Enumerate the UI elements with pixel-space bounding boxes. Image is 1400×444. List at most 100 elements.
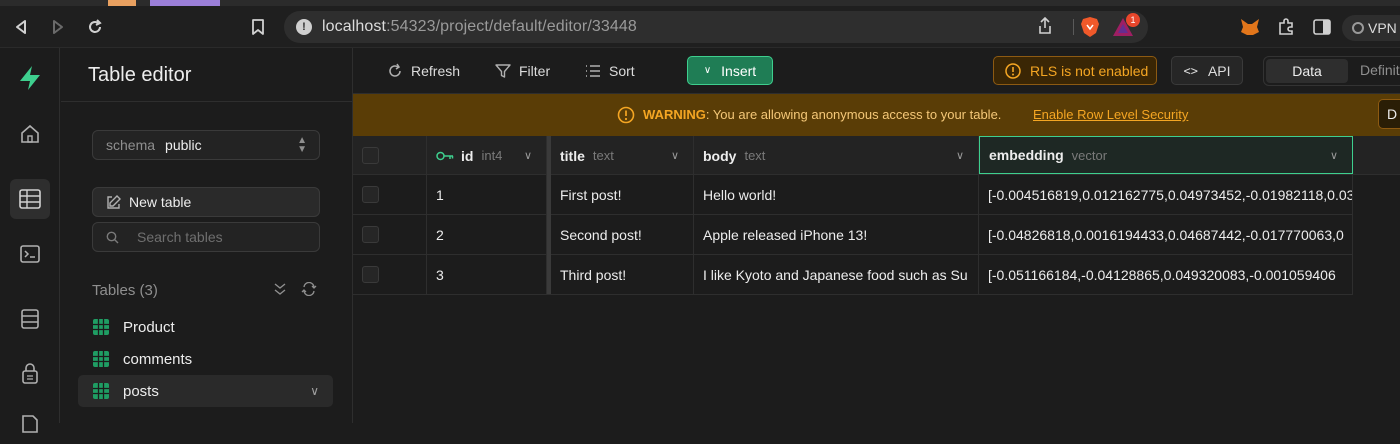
cell-title[interactable]: First post!	[551, 175, 694, 214]
table-row[interactable]: 2 Second post! Apple released iPhone 13!…	[353, 215, 1353, 255]
row-select-cell	[353, 215, 427, 254]
filter-button[interactable]: Filter	[495, 56, 550, 86]
sidebar-table-comments[interactable]: comments	[78, 343, 333, 375]
rls-status-button[interactable]: RLS is not enabled	[993, 56, 1157, 85]
column-name: body	[703, 147, 737, 164]
site-info-icon[interactable]: !	[296, 19, 312, 35]
row-select-cell	[353, 255, 427, 294]
warning-prefix: WARNING	[643, 107, 706, 122]
cell-title[interactable]: Second post!	[551, 215, 694, 254]
table-icon	[93, 319, 109, 335]
column-header-title[interactable]: title text ∨	[551, 136, 694, 175]
table-row[interactable]: 3 Third post! I like Kyoto and Japanese …	[353, 255, 1353, 295]
grid-toolbar: Refresh Filter Sort ∨ Insert RLS is not …	[353, 48, 1400, 94]
insert-button[interactable]: ∨ Insert	[687, 56, 773, 85]
sidebar-table-product[interactable]: Product	[78, 311, 333, 343]
cell-id[interactable]: 3	[427, 255, 547, 294]
app-navigation	[0, 48, 60, 433]
row-checkbox[interactable]	[362, 266, 379, 283]
sidebar-table-posts[interactable]: posts ∨	[78, 375, 333, 407]
code-icon: <>	[1183, 63, 1198, 78]
home-icon[interactable]	[10, 114, 50, 154]
chevron-down-icon: ∨	[703, 65, 712, 76]
view-data-tab[interactable]: Data	[1266, 59, 1348, 83]
search-tables-input[interactable]: Search tables	[92, 222, 320, 252]
metamask-icon[interactable]	[1237, 14, 1263, 40]
warning-circle-icon	[1005, 62, 1021, 79]
forward-icon[interactable]	[45, 14, 71, 40]
sidebar-table-label: posts	[123, 382, 159, 400]
warning-dismiss-button[interactable]: D	[1378, 99, 1400, 129]
column-name: title	[560, 147, 585, 164]
collapse-all-icon[interactable]	[273, 282, 287, 296]
column-type: text	[744, 148, 766, 163]
storage-icon[interactable]	[10, 404, 50, 444]
refresh-tables-icon[interactable]	[301, 282, 317, 296]
column-header-body[interactable]: body text ∨	[694, 136, 979, 175]
column-name: id	[461, 147, 474, 164]
chevron-down-icon[interactable]: ∨	[310, 384, 319, 398]
cell-id[interactable]: 1	[427, 175, 547, 214]
column-header-id[interactable]: id int4 ∨	[427, 136, 547, 175]
enable-rls-link[interactable]: Enable Row Level Security	[1033, 107, 1188, 122]
tables-count-header: Tables (3)	[92, 282, 158, 299]
chevron-up-down-icon: ▲ ▼	[297, 135, 307, 155]
bookmark-icon[interactable]	[245, 14, 271, 40]
warning-message: : You are allowing anonymous access to y…	[705, 107, 1002, 122]
database-icon[interactable]	[10, 299, 50, 339]
sidebar-toggle-icon[interactable]	[1309, 14, 1335, 40]
column-type: vector	[1071, 147, 1108, 163]
chevron-down-icon[interactable]: ∨	[1330, 149, 1338, 162]
api-button[interactable]: <> API	[1171, 56, 1243, 85]
column-header-embedding[interactable]: embedding vector ∨	[979, 136, 1353, 174]
sort-icon	[586, 65, 600, 77]
search-tables-placeholder: Search tables	[137, 229, 223, 245]
warning-circle-icon	[617, 106, 635, 124]
schema-select-value: public	[165, 137, 202, 153]
new-table-button[interactable]: New table	[92, 187, 320, 217]
sort-button[interactable]: Sort	[585, 56, 635, 86]
row-checkbox[interactable]	[362, 186, 379, 203]
reload-icon[interactable]	[82, 14, 108, 40]
cell-body[interactable]: I like Kyoto and Japanese food such as S…	[694, 255, 979, 294]
table-icon	[93, 383, 109, 399]
cell-id[interactable]: 2	[427, 215, 547, 254]
sort-label: Sort	[609, 63, 635, 79]
extensions-icon[interactable]	[1273, 14, 1299, 40]
row-checkbox[interactable]	[362, 226, 379, 243]
grid-header-row: id int4 ∨ title text ∨ body text ∨ embed…	[353, 136, 1400, 175]
rls-status-label: RLS is not enabled	[1030, 62, 1149, 79]
edit-icon	[107, 194, 121, 209]
address-bar[interactable]: ! localhost:54323/project/default/editor…	[284, 11, 1148, 43]
vpn-button[interactable]: VPN	[1342, 15, 1400, 41]
authentication-icon[interactable]	[10, 353, 50, 393]
sidebar-title: Table editor	[88, 64, 192, 86]
select-all-cell	[353, 136, 427, 175]
schema-select[interactable]: schema public ▲ ▼	[92, 130, 320, 160]
share-icon[interactable]	[1038, 16, 1052, 40]
cell-embedding[interactable]: [-0.051166184,-0.04128865,0.049320083,-0…	[979, 255, 1353, 294]
column-type: text	[592, 148, 614, 163]
cell-body[interactable]: Hello world!	[694, 175, 979, 214]
sql-editor-icon[interactable]	[10, 234, 50, 274]
view-definition-tab[interactable]: Definit	[1360, 62, 1400, 78]
brave-shield-icon[interactable]	[1080, 16, 1100, 38]
chevron-down-icon[interactable]: ∨	[671, 149, 679, 162]
supabase-logo-icon[interactable]	[10, 58, 50, 98]
table-editor-icon[interactable]	[10, 179, 50, 219]
chevron-down-icon[interactable]: ∨	[956, 149, 964, 162]
back-icon[interactable]	[8, 14, 34, 40]
table-row[interactable]: 1 First post! Hello world! [-0.004516819…	[353, 175, 1353, 215]
refresh-button[interactable]: Refresh	[387, 56, 460, 86]
select-all-checkbox[interactable]	[362, 147, 379, 164]
cell-body[interactable]: Apple released iPhone 13!	[694, 215, 979, 254]
frozen-column-divider[interactable]	[547, 136, 551, 294]
cell-title[interactable]: Third post!	[551, 255, 694, 294]
cell-embedding[interactable]: [-0.04826818,0.0016194433,0.04687442,-0.…	[979, 215, 1353, 254]
rewards-badge: 1	[1126, 13, 1140, 27]
chevron-down-icon[interactable]: ∨	[524, 149, 532, 162]
table-icon	[93, 351, 109, 367]
tables-actions	[273, 282, 317, 296]
divider	[61, 101, 353, 102]
cell-embedding[interactable]: [-0.004516819,0.012162775,0.04973452,-0.…	[979, 175, 1353, 214]
